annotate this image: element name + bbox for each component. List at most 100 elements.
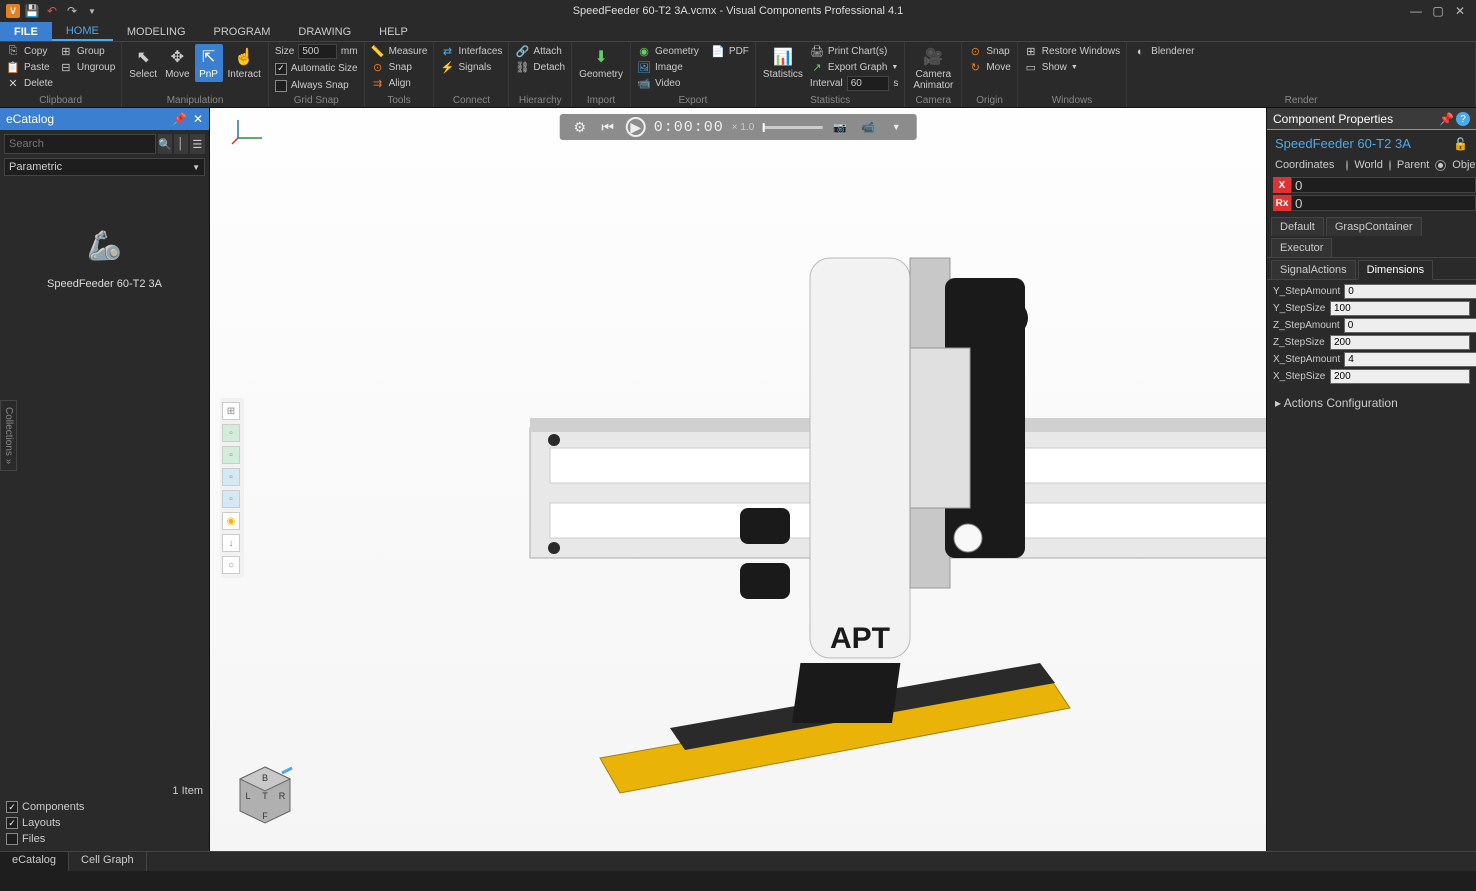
- clear-search-button[interactable]: │: [174, 134, 188, 154]
- save-icon[interactable]: 💾: [24, 3, 40, 19]
- search-button[interactable]: 🔍: [158, 134, 172, 154]
- close-panel-icon[interactable]: ✕: [193, 112, 203, 126]
- export-graph-button[interactable]: ↗Export Graph▼: [808, 60, 900, 75]
- paste-button[interactable]: 📋Paste: [4, 60, 55, 75]
- x-stepamount-input[interactable]: [1344, 352, 1476, 367]
- auto-size-toggle[interactable]: Automatic Size: [273, 61, 360, 76]
- settings-icon[interactable]: ⚙: [570, 117, 590, 137]
- timeline-slider[interactable]: [762, 126, 822, 129]
- tab-default[interactable]: Default: [1271, 217, 1324, 236]
- rx-input[interactable]: [1291, 195, 1476, 211]
- align-button[interactable]: ⇉Align: [369, 76, 430, 91]
- ungroup-button[interactable]: ⊟Ungroup: [57, 60, 117, 75]
- vp-tool-5[interactable]: ▫: [222, 490, 240, 508]
- menu-help[interactable]: HELP: [365, 22, 422, 41]
- undo-icon[interactable]: ↶: [44, 3, 60, 19]
- move-button[interactable]: ✥Move: [162, 44, 192, 82]
- vp-tool-8[interactable]: ○: [222, 556, 240, 574]
- menu-program[interactable]: PROGRAM: [200, 22, 285, 41]
- export-image-button[interactable]: 🖼Image: [635, 60, 751, 75]
- navigation-cube[interactable]: B L T R F: [230, 761, 300, 831]
- detach-button[interactable]: ⛓Detach: [513, 60, 567, 75]
- signals-button[interactable]: ⚡Signals: [438, 60, 504, 75]
- lock-icon[interactable]: 🔓: [1453, 137, 1468, 151]
- interval-input[interactable]: [847, 76, 890, 91]
- layouts-checkbox[interactable]: Layouts: [6, 815, 203, 831]
- camera-record-icon[interactable]: 📷: [830, 117, 850, 137]
- export-geometry-button[interactable]: ◉Geometry: [635, 44, 701, 59]
- collections-tab[interactable]: Collections »: [0, 400, 17, 471]
- menu-file[interactable]: FILE: [0, 22, 52, 41]
- pin-icon[interactable]: 📌: [172, 112, 187, 126]
- maximize-icon[interactable]: ▢: [1430, 3, 1446, 19]
- actions-config-expander[interactable]: ▸ Actions Configuration: [1267, 390, 1476, 416]
- speed-indicator[interactable]: × 1.0: [732, 122, 755, 133]
- snap-button[interactable]: ⊙Snap: [369, 60, 430, 75]
- radio-object[interactable]: [1435, 160, 1446, 171]
- menu-modeling[interactable]: MODELING: [113, 22, 200, 41]
- show-button[interactable]: ▭Show▼: [1022, 60, 1122, 75]
- tab-signal[interactable]: SignalActions: [1271, 260, 1356, 279]
- z-stepsize-input[interactable]: [1330, 335, 1470, 350]
- interfaces-button[interactable]: ⇄Interfaces: [438, 44, 504, 59]
- category-combo[interactable]: Parametric ▼: [4, 158, 205, 176]
- vp-tool-6[interactable]: ◉: [222, 512, 240, 530]
- menu-drawing[interactable]: DRAWING: [284, 22, 365, 41]
- menu-home[interactable]: HOME: [52, 22, 113, 41]
- files-checkbox[interactable]: Files: [6, 831, 203, 847]
- help-icon[interactable]: ?: [1456, 112, 1470, 126]
- minimize-icon[interactable]: —: [1408, 3, 1424, 19]
- vp-tool-1[interactable]: ⊞: [222, 402, 240, 420]
- radio-parent[interactable]: [1389, 160, 1391, 171]
- radio-world[interactable]: [1346, 160, 1348, 171]
- vp-tool-2[interactable]: ▫: [222, 424, 240, 442]
- search-input[interactable]: [4, 134, 156, 154]
- copy-button[interactable]: ⎘Copy: [4, 44, 55, 59]
- redo-icon[interactable]: ↷: [64, 3, 80, 19]
- viewport-3d[interactable]: ⚙ ⏮ ▶ 0:00:00 × 1.0 📷 📹 ▼ ⊞ ▫ ▫ ▫ ▫ ◉ ↓ …: [210, 108, 1266, 851]
- x-input[interactable]: [1291, 177, 1476, 193]
- play-button[interactable]: ▶: [626, 117, 646, 137]
- rewind-button[interactable]: ⏮: [598, 117, 618, 137]
- pnp-button[interactable]: ⇱PnP: [195, 44, 223, 82]
- y-stepamount-input[interactable]: [1344, 284, 1476, 299]
- origin-move-button[interactable]: ↻Move: [966, 60, 1012, 75]
- vp-tool-4[interactable]: ▫: [222, 468, 240, 486]
- tab-dimensions[interactable]: Dimensions: [1358, 260, 1433, 280]
- tab-executor[interactable]: Executor: [1271, 238, 1332, 257]
- group-button[interactable]: ⊞Group: [57, 44, 117, 59]
- delete-button[interactable]: ✕Delete: [4, 76, 55, 91]
- origin-snap-button[interactable]: ⊙Snap: [966, 44, 1012, 59]
- list-view-button[interactable]: ☰: [190, 134, 205, 154]
- bottom-tab-cellgraph[interactable]: Cell Graph: [69, 852, 147, 871]
- video-record-icon[interactable]: 📹: [858, 117, 878, 137]
- z-stepamount-input[interactable]: [1344, 318, 1476, 333]
- size-input[interactable]: [298, 44, 337, 59]
- x-stepsize-input[interactable]: [1330, 369, 1470, 384]
- restore-windows-button[interactable]: ⊞Restore Windows: [1022, 44, 1122, 59]
- expand-icon[interactable]: ▼: [886, 117, 906, 137]
- close-icon[interactable]: ✕: [1452, 3, 1468, 19]
- export-video-button[interactable]: 📹Video: [635, 76, 751, 91]
- qat-dropdown-icon[interactable]: ▼: [84, 3, 100, 19]
- components-checkbox[interactable]: Components: [6, 799, 203, 815]
- catalog-item-thumb[interactable]: 🦾: [80, 220, 130, 270]
- pin-icon[interactable]: 📌: [1439, 112, 1454, 126]
- print-charts-button[interactable]: 🖨Print Chart(s): [808, 44, 900, 59]
- bottom-tab-ecatalog[interactable]: eCatalog: [0, 852, 69, 871]
- camera-animator-button[interactable]: 🎥Camera Animator: [909, 44, 957, 93]
- vp-tool-7[interactable]: ↓: [222, 534, 240, 552]
- export-pdf-button[interactable]: 📄PDF: [709, 44, 751, 59]
- attach-button[interactable]: 🔗Attach: [513, 44, 567, 59]
- tab-grasp[interactable]: GraspContainer: [1326, 217, 1422, 236]
- import-geometry-button[interactable]: ⬇Geometry: [576, 44, 626, 82]
- y-stepsize-input[interactable]: [1330, 301, 1470, 316]
- always-snap-toggle[interactable]: Always Snap: [273, 78, 360, 93]
- statistics-button[interactable]: 📊Statistics: [760, 44, 806, 82]
- vp-tool-3[interactable]: ▫: [222, 446, 240, 464]
- robot-model[interactable]: APT: [490, 168, 1266, 848]
- select-button[interactable]: ⬉Select: [126, 44, 160, 82]
- interact-button[interactable]: ☝Interact: [225, 44, 264, 82]
- blenderer-button[interactable]: ◐Blenderer: [1131, 44, 1196, 59]
- measure-button[interactable]: 📏Measure: [369, 44, 430, 59]
